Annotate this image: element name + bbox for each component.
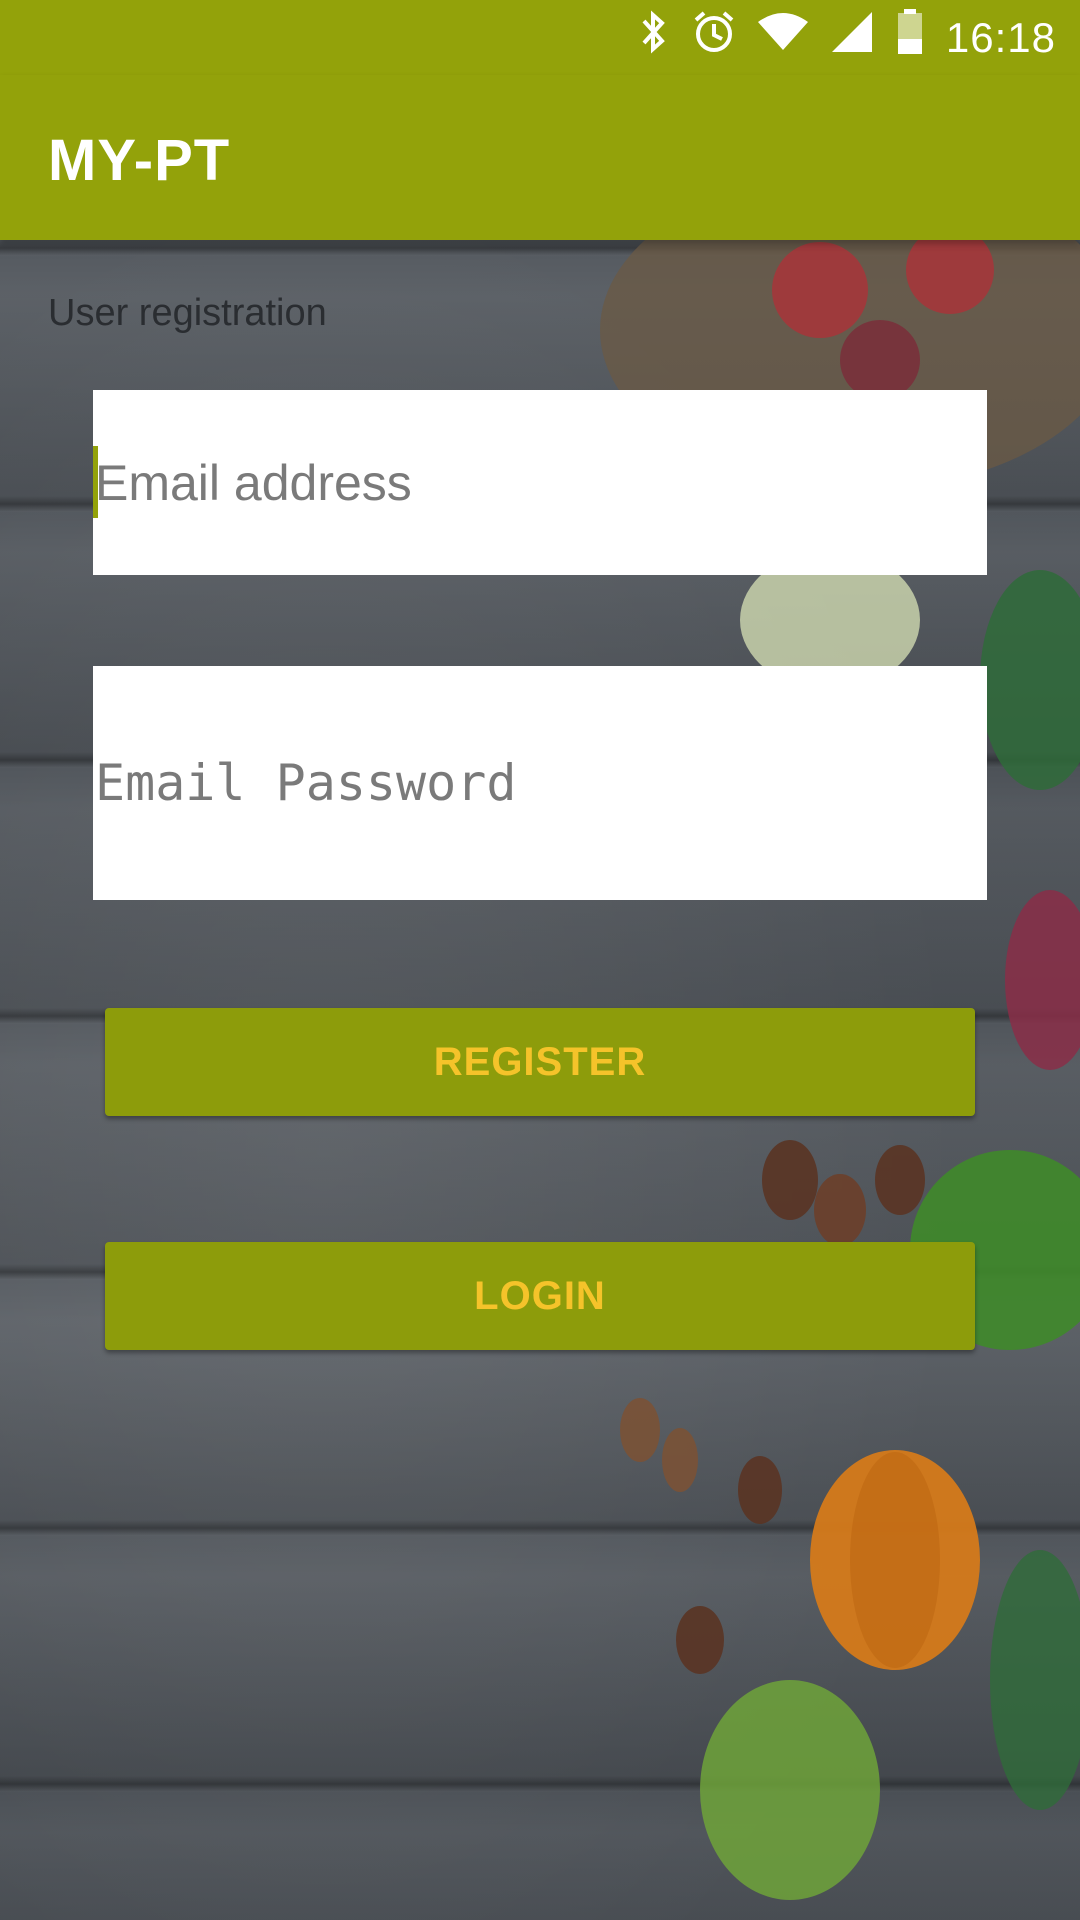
section-label: User registration [48, 292, 327, 334]
login-button[interactable]: LOGIN [105, 1242, 975, 1350]
bluetooth-icon [636, 9, 670, 66]
register-button[interactable]: REGISTER [105, 1008, 975, 1116]
status-time: 16:18 [945, 13, 1056, 61]
password-field[interactable] [93, 666, 987, 900]
app-bar: MY-PT [0, 75, 1080, 240]
fruit-decoration [600, 170, 1080, 1900]
signal-icon [830, 10, 874, 65]
status-bar: 16:18 [0, 0, 1080, 75]
alarm-icon [692, 10, 736, 65]
password-field-container[interactable] [93, 666, 987, 900]
wifi-icon [757, 12, 808, 63]
battery-icon [896, 9, 924, 66]
background-wood-fruit [0, 0, 1080, 1920]
email-field-container[interactable] [93, 390, 987, 575]
text-cursor [93, 446, 98, 518]
email-field[interactable] [93, 390, 987, 575]
app-title: MY-PT [48, 128, 231, 193]
